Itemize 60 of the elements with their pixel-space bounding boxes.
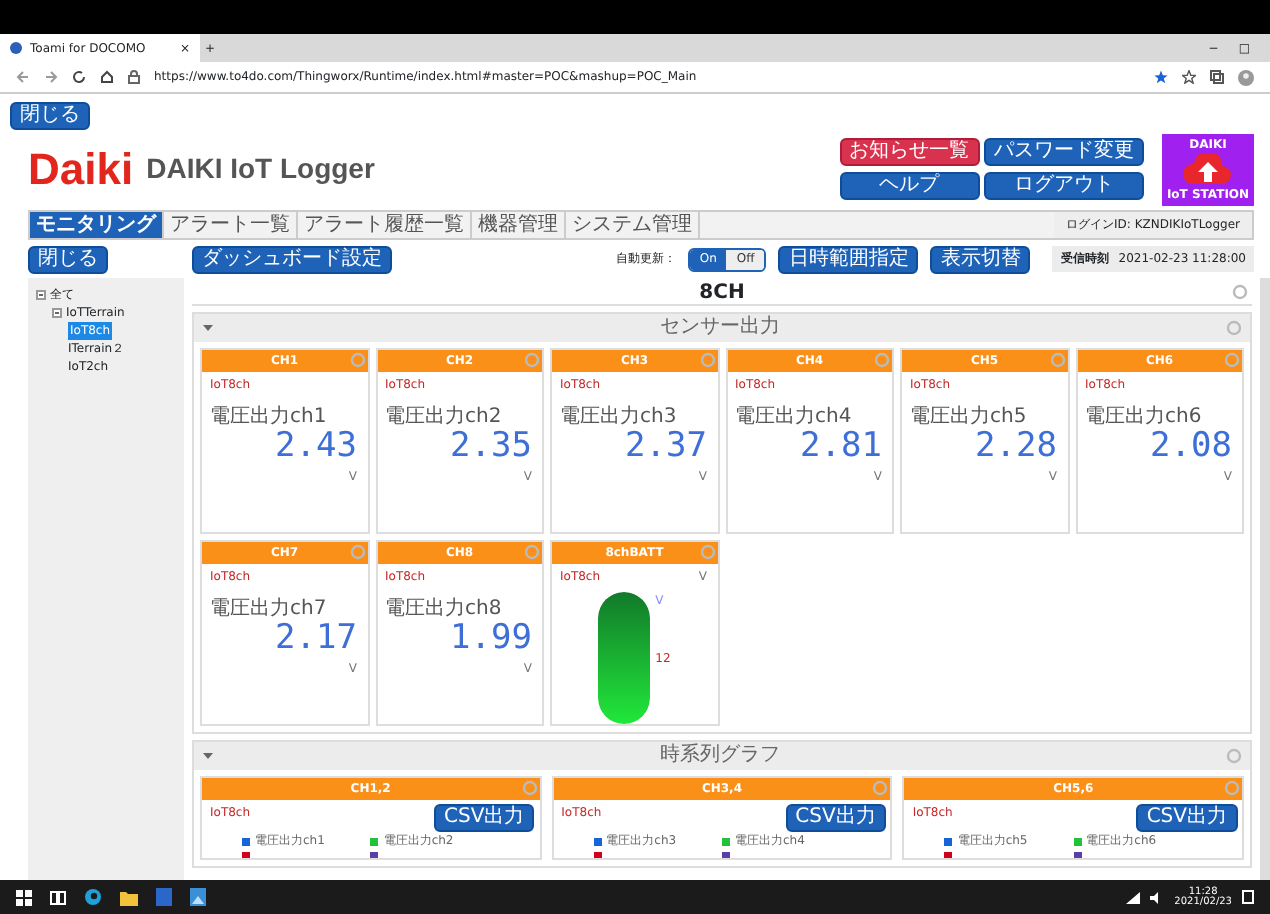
channel-label: 電圧出力ch3 [558,403,679,427]
csv-export-button[interactable]: CSV出力 [1136,804,1237,832]
voltage-reading: 2.43 [273,427,359,463]
voltage-reading: 2.37 [623,427,709,463]
csv-export-button[interactable]: CSV出力 [785,804,886,832]
star-icon[interactable] [1154,70,1168,84]
notification-icon[interactable] [1242,890,1254,904]
lock-icon [128,70,140,84]
task-view-icon[interactable] [50,889,66,905]
browser-tab-icon [10,42,22,54]
channel-label: 電圧出力ch4 [733,403,854,427]
profile-icon[interactable] [1238,69,1254,85]
folder-icon[interactable] [120,889,138,905]
header-button[interactable]: ログアウト [984,171,1144,200]
header-button[interactable]: お知らせ一覧 [839,138,979,167]
start-icon[interactable] [16,889,32,905]
nav-tab[interactable]: アラート履歴一覧 [298,211,472,237]
toolbar-button[interactable]: 日時範囲指定 [778,245,919,273]
close-button[interactable]: 閉じる [10,101,90,129]
caret-icon[interactable] [202,749,214,761]
forward-icon[interactable] [44,70,58,84]
logo-text: Daiki [28,147,134,191]
reload-icon[interactable] [72,70,86,84]
home-icon[interactable] [100,70,114,84]
header-button[interactable]: ヘルプ [839,171,979,200]
channel-label: 電圧出力ch7 [208,595,329,619]
collapse-icon[interactable] [52,307,62,317]
channel-label: 電圧出力ch1 [208,403,329,427]
toolbar-button[interactable]: 表示切替 [930,245,1031,273]
nav-tab[interactable]: アラート一覧 [164,211,298,237]
back-icon[interactable] [16,70,30,84]
page-title: 8CH [699,281,745,303]
app-title: DAIKI IoT Logger [146,150,375,188]
voltage-reading: 2.08 [1148,427,1234,463]
header-button[interactable]: パスワード変更 [984,138,1144,167]
channel-label: 電圧出力ch6 [1083,403,1204,427]
nav-tab[interactable]: システム管理 [566,211,700,237]
section-title: センサー出力 [658,313,782,342]
nav-tab[interactable]: 機器管理 [472,211,566,237]
channel-label: 電圧出力ch8 [383,595,504,619]
settings-icon[interactable] [1232,283,1248,299]
csv-export-button[interactable]: CSV出力 [433,804,535,832]
collections-icon[interactable] [1210,70,1224,84]
voltage-reading: 2.28 [973,427,1059,463]
collapse-icon[interactable] [36,289,46,299]
browser-icon[interactable] [84,888,102,906]
channel-label: 電圧出力ch2 [383,403,504,427]
voltage-reading: 2.17 [273,619,359,655]
channel-label: 電圧出力ch5 [908,403,1029,427]
nav-tab[interactable]: モニタリング [30,211,164,237]
photos-icon[interactable] [190,888,206,906]
voltage-reading: 1.99 [448,619,534,655]
voltage-reading: 2.35 [448,427,534,463]
voltage-reading: 2.81 [798,427,884,463]
favorites-icon[interactable] [1182,70,1196,84]
caret-icon[interactable] [202,321,214,333]
section-title: 時系列グラフ [658,741,782,770]
dashboard-settings-button[interactable]: ダッシュボード設定 [192,245,392,273]
network-icon[interactable] [1126,891,1141,903]
close-button[interactable]: 閉じる [28,245,108,273]
